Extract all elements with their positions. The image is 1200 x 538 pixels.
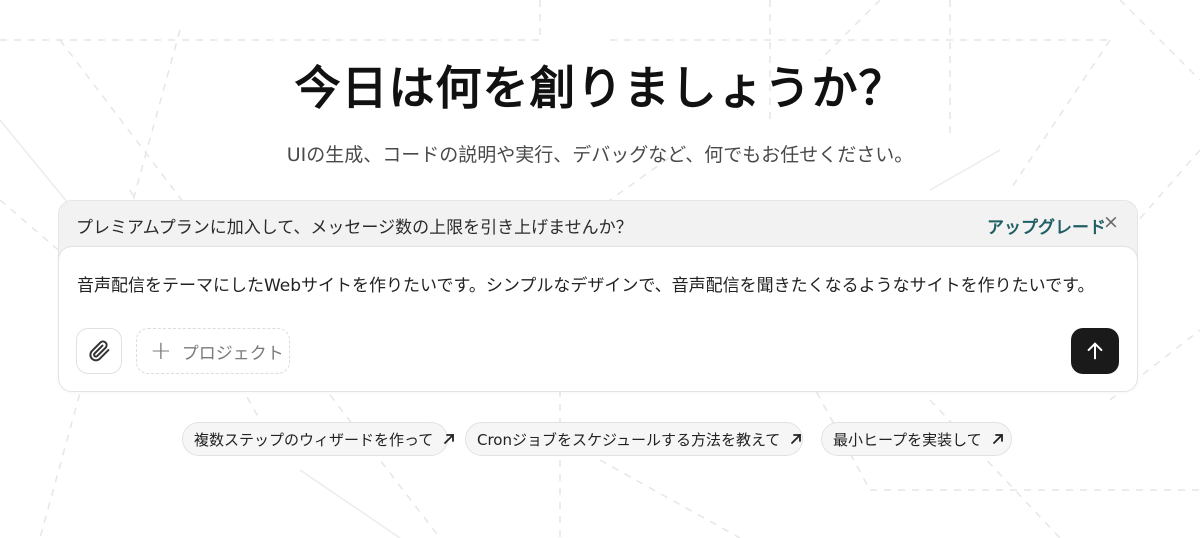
prompt-input-box[interactable]: 音声配信をテーマにしたWebサイトを作りたいです。シンプルなデザインで、音声配信…	[58, 246, 1138, 392]
add-project-button[interactable]: + プロジェクト	[136, 328, 290, 374]
prompt-input[interactable]: 音声配信をテーマにしたWebサイトを作りたいです。シンプルなデザインで、音声配信…	[77, 271, 1117, 296]
arrow-up-right-icon	[992, 433, 1004, 445]
app-root: 今日は何を創りましょうか？ UIの生成、コードの説明や実行、デバッグなど、何でも…	[0, 0, 1200, 538]
suggestion-chip[interactable]: 最小ヒープを実装して	[821, 422, 1012, 456]
attach-button[interactable]	[76, 328, 122, 374]
chat-composer: プレミアムプランに加入して、メッセージ数の上限を引き上げませんか？ アップグレー…	[58, 200, 1138, 392]
plus-icon: +	[150, 336, 172, 366]
suggestion-chips: 複数ステップのウィザードを作って Cronジョブをスケジュールする方法を教えて …	[0, 422, 1200, 458]
suggestion-chip[interactable]: 複数ステップのウィザードを作って	[182, 422, 455, 456]
paperclip-icon	[89, 340, 110, 362]
suggestion-chip[interactable]: Cronジョブをスケジュールする方法を教えて	[465, 422, 803, 456]
suggestion-chip-label: 最小ヒープを実装して	[833, 430, 982, 449]
page-title: 今日は何を創りましょうか？	[294, 61, 906, 115]
arrow-up-right-icon	[790, 433, 802, 445]
suggestion-chip-label: 複数ステップのウィザードを作って	[194, 430, 434, 449]
upgrade-link[interactable]: アップグレード	[987, 213, 1106, 238]
arrow-up-icon	[1087, 342, 1103, 360]
suggestion-chip-label: Cronジョブをスケジュールする方法を教えて	[477, 430, 781, 449]
arrow-up-right-icon	[443, 433, 455, 445]
project-button-label: プロジェクト	[181, 343, 284, 364]
page-subtitle: UIの生成、コードの説明や実行、デバッグなど、何でもお任せください。	[286, 144, 914, 166]
upgrade-banner-text: プレミアムプランに加入して、メッセージ数の上限を引き上げませんか？	[76, 218, 633, 238]
close-icon[interactable]: ×	[1101, 211, 1121, 233]
send-button[interactable]	[1071, 328, 1119, 374]
